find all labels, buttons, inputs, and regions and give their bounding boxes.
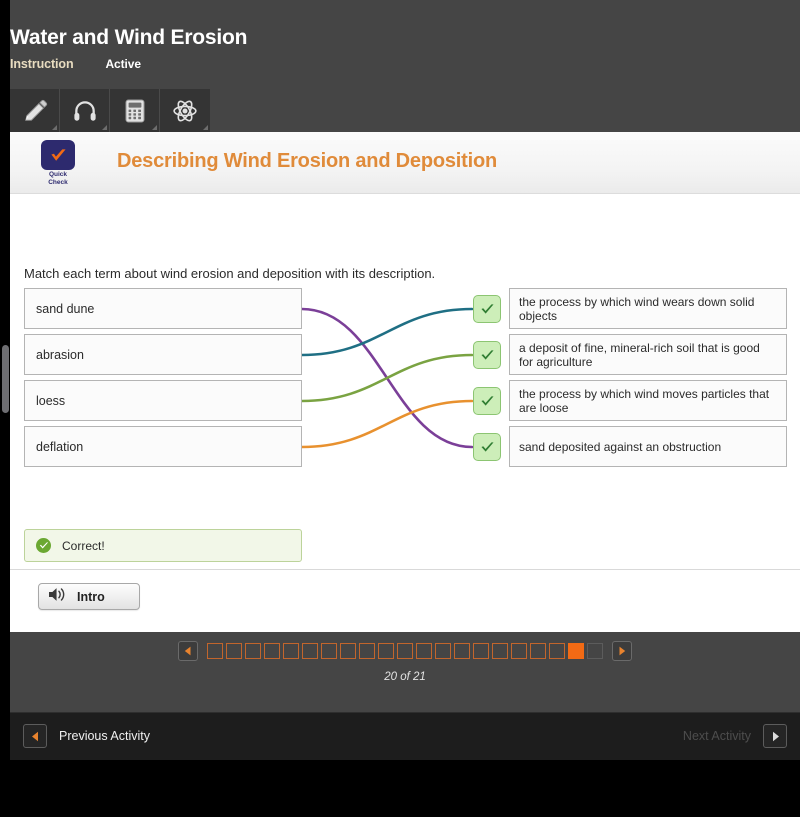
description-item[interactable]: sand deposited against an obstruction — [509, 426, 787, 467]
bottom-navigation: Previous Activity Next Activity — [10, 712, 800, 760]
intro-audio-button[interactable]: Intro — [38, 583, 140, 610]
term-item[interactable]: deflation — [24, 426, 302, 467]
pagination-prev-button[interactable] — [178, 641, 198, 661]
next-activity-button: Next Activity — [683, 724, 787, 748]
term-item[interactable]: loess — [24, 380, 302, 421]
checkmarks-column — [473, 288, 505, 479]
activity-title: Describing Wind Erosion and Deposition — [117, 150, 498, 172]
activity-header: Quick Check Describing Wind Erosion and … — [10, 132, 800, 194]
activity-body: Match each term about wind erosion and d… — [10, 194, 800, 631]
tool-calculator-button[interactable] — [110, 89, 160, 132]
descriptions-column: the process by which wind wears down sol… — [509, 288, 787, 472]
headphones-icon — [72, 98, 98, 124]
instruction-text: Match each term about wind erosion and d… — [24, 266, 436, 281]
next-arrow-icon — [763, 724, 787, 748]
prev-arrow-icon — [23, 724, 47, 748]
check-mark-icon — [41, 140, 75, 170]
connector-line — [300, 399, 474, 449]
pagination-bar: 20 of 21 — [10, 632, 800, 712]
matching-exercise: sand dune abrasion loess deflation the p… — [10, 288, 800, 473]
tool-atom-button[interactable] — [160, 89, 210, 132]
pagination-step[interactable] — [378, 643, 394, 659]
description-item[interactable]: the process by which wind moves particle… — [509, 380, 787, 421]
pagination-row — [10, 641, 800, 661]
subtitle-row: Instruction Active — [10, 57, 247, 71]
pencil-icon — [22, 98, 48, 124]
term-item[interactable]: abrasion — [24, 334, 302, 375]
pagination-step[interactable] — [340, 643, 356, 659]
tool-pencil-button[interactable] — [10, 89, 60, 132]
description-item[interactable]: the process by which wind wears down sol… — [509, 288, 787, 329]
connector-line — [300, 353, 474, 403]
page-title: Water and Wind Erosion — [10, 26, 248, 49]
connector-line — [300, 307, 474, 357]
title-block: Water and Wind Erosion Instruction Activ… — [10, 26, 248, 71]
pagination-step[interactable] — [321, 643, 337, 659]
pagination-next-button[interactable] — [612, 641, 632, 661]
tool-toolbar — [10, 89, 210, 132]
match-correct-icon — [473, 387, 501, 415]
atom-icon — [172, 98, 198, 124]
pagination-step[interactable] — [264, 643, 280, 659]
pagination-step[interactable] — [549, 643, 565, 659]
match-correct-icon — [473, 433, 501, 461]
pagination-step[interactable] — [568, 643, 584, 659]
match-correct-icon — [473, 295, 501, 323]
next-activity-label: Next Activity — [682, 729, 751, 743]
pagination-step[interactable] — [416, 643, 432, 659]
terms-column: sand dune abrasion loess deflation — [24, 288, 302, 472]
connector-line — [300, 307, 474, 449]
app-root: Water and Wind Erosion Instruction Activ… — [0, 0, 800, 817]
audio-bar: Intro — [10, 569, 800, 631]
previous-activity-label: Previous Activity — [59, 729, 151, 743]
pagination-step[interactable] — [435, 643, 451, 659]
speaker-icon — [47, 586, 68, 608]
quick-check-line1: Quick — [48, 171, 68, 178]
success-check-icon — [36, 538, 51, 553]
pagination-step[interactable] — [397, 643, 413, 659]
pagination-step[interactable] — [511, 643, 527, 659]
feedback-text: Correct! — [62, 538, 105, 553]
pagination-step[interactable] — [283, 643, 299, 659]
activity-panel: Quick Check Describing Wind Erosion and … — [10, 132, 800, 632]
quick-check-badge: Quick Check — [39, 140, 77, 187]
intro-audio-label: Intro — [77, 589, 105, 604]
pagination-step[interactable] — [302, 643, 318, 659]
pagination-step[interactable] — [454, 643, 470, 659]
pagination-step[interactable] — [530, 643, 546, 659]
pagination-step[interactable] — [207, 643, 223, 659]
section-label: Instruction — [10, 57, 74, 71]
feedback-banner: Correct! — [24, 529, 302, 562]
pagination-steps — [207, 643, 603, 659]
pagination-step[interactable] — [473, 643, 489, 659]
status-badge: Active — [105, 57, 141, 71]
vertical-scrollbar[interactable] — [2, 345, 9, 413]
calculator-icon — [123, 98, 147, 124]
pagination-count: 20 of 21 — [384, 671, 426, 683]
quick-check-line2: Check — [48, 179, 68, 186]
match-correct-icon — [473, 341, 501, 369]
tool-headphones-button[interactable] — [60, 89, 110, 132]
previous-activity-button[interactable]: Previous Activity — [23, 724, 150, 748]
pagination-step[interactable] — [245, 643, 261, 659]
term-item[interactable]: sand dune — [24, 288, 302, 329]
quick-check-label: Quick Check — [39, 171, 77, 187]
pagination-step[interactable] — [587, 643, 603, 659]
pagination-step[interactable] — [226, 643, 242, 659]
pagination-step[interactable] — [492, 643, 508, 659]
description-item[interactable]: a deposit of fine, mineral-rich soil tha… — [509, 334, 787, 375]
pagination-step[interactable] — [359, 643, 375, 659]
